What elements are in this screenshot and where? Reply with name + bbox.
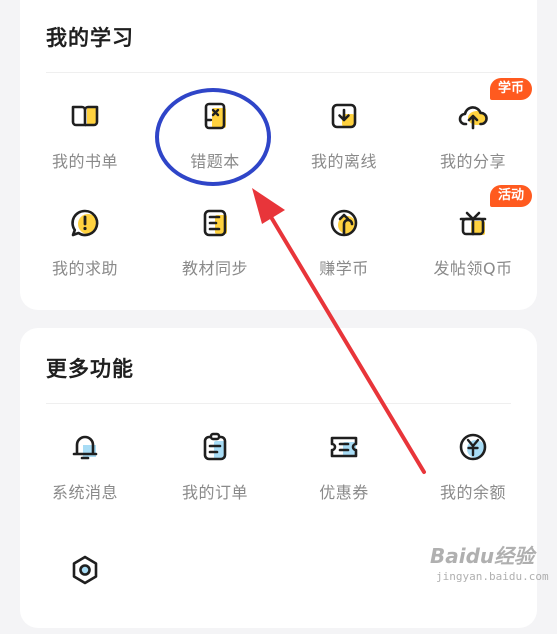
menu-item-label: 我的求助 bbox=[51, 259, 118, 278]
arrow-up-circle-icon bbox=[330, 209, 358, 237]
section-title-more-features: 更多功能 bbox=[46, 357, 134, 381]
watermark: Baidu经验 jingyan.baidu.com bbox=[428, 540, 549, 590]
menu-item-offline[interactable]: 我的离线 bbox=[279, 90, 409, 180]
textbook-icon bbox=[203, 209, 227, 237]
menu-item-label: 我的书单 bbox=[51, 152, 118, 171]
menu-item-label: 我的订单 bbox=[181, 483, 248, 502]
menu-item-system-messages[interactable]: 系统消息 bbox=[20, 421, 150, 511]
menu-item-coupons[interactable]: 优惠券 bbox=[279, 421, 409, 511]
menu-item-label: 我的余额 bbox=[439, 483, 506, 502]
divider bbox=[46, 403, 511, 404]
clipboard-icon bbox=[203, 432, 227, 461]
menu-item-textbook-sync[interactable]: 教材同步 bbox=[150, 197, 280, 287]
menu-item-label: 教材同步 bbox=[181, 259, 248, 278]
divider bbox=[46, 72, 511, 73]
menu-item-label: 我的分享 bbox=[439, 152, 506, 171]
menu-item-settings[interactable] bbox=[20, 544, 150, 634]
download-icon bbox=[331, 103, 357, 129]
yuan-coin-icon bbox=[459, 433, 487, 461]
menu-item-label: 赚学币 bbox=[319, 259, 369, 278]
menu-item-help[interactable]: 我的求助 bbox=[20, 197, 150, 287]
annotation-highlight-circle bbox=[155, 88, 271, 186]
menu-item-my-orders[interactable]: 我的订单 bbox=[150, 421, 280, 511]
watermark-url: jingyan.baidu.com bbox=[436, 570, 549, 583]
bell-icon bbox=[72, 435, 98, 460]
book-open-icon bbox=[71, 105, 99, 127]
menu-item-my-balance[interactable]: 我的余额 bbox=[408, 421, 538, 511]
coin-badge: 学币 bbox=[489, 78, 532, 100]
menu-item-label: 发帖领Q币 bbox=[433, 259, 513, 278]
menu-item-earn-coins[interactable]: 赚学币 bbox=[279, 197, 409, 287]
menu-item-label: 优惠券 bbox=[319, 483, 369, 502]
settings-icon bbox=[72, 555, 98, 585]
menu-item-post-reward[interactable]: 活动 发帖领Q币 bbox=[408, 185, 538, 287]
menu-item-share[interactable]: 学币 我的分享 bbox=[408, 78, 538, 180]
upload-cloud-icon bbox=[458, 106, 488, 130]
menu-item-label: 我的离线 bbox=[310, 152, 377, 171]
help-bubble-icon bbox=[71, 209, 99, 237]
my-study-card: 我的学习 我的书单 错题本 我的离线 学币 我的分享 我的求助 教材同步 赚学币… bbox=[20, 0, 537, 310]
activity-badge: 活动 bbox=[489, 185, 532, 207]
section-title-my-study: 我的学习 bbox=[46, 26, 134, 50]
gift-box-icon bbox=[459, 211, 487, 236]
menu-item-book-list[interactable]: 我的书单 bbox=[20, 90, 150, 180]
coupon-icon bbox=[330, 436, 358, 458]
watermark-brand: Baidu经验 bbox=[430, 544, 535, 568]
menu-item-label: 系统消息 bbox=[51, 483, 118, 502]
